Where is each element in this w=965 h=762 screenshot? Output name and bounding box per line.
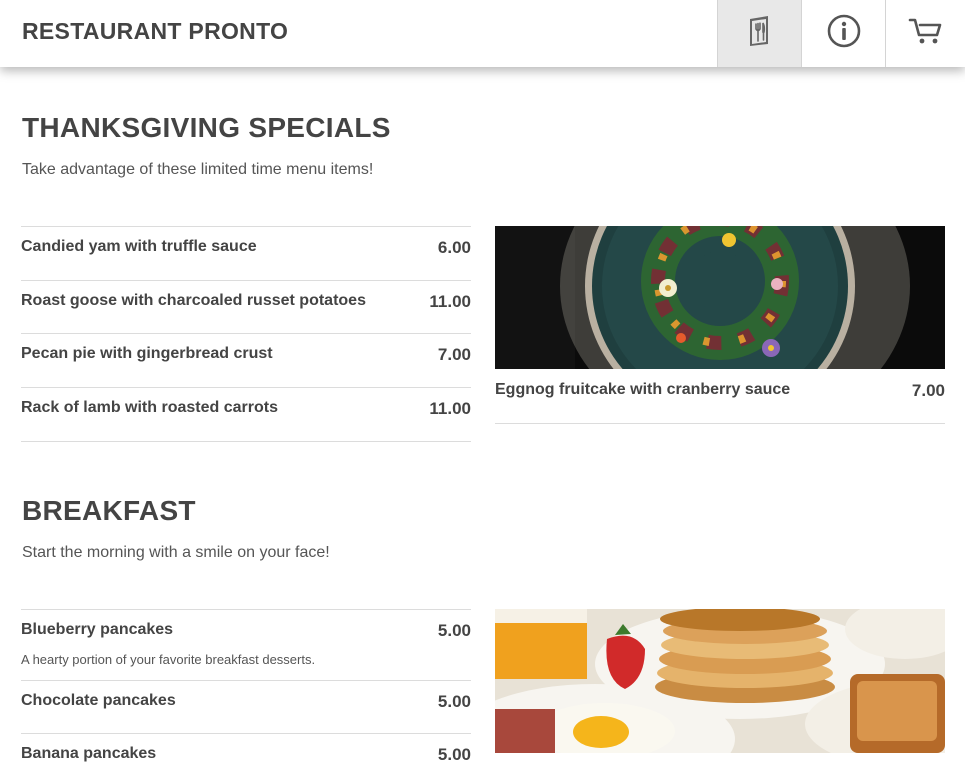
menu-item[interactable]: Banana pancakes 5.00 bbox=[21, 733, 471, 762]
menu-item-price: 5.00 bbox=[437, 621, 471, 640]
menu-item-name: Blueberry pancakes bbox=[21, 621, 174, 638]
menu-item-price: 6.00 bbox=[437, 238, 471, 257]
breakfast-menu-list: Blueberry pancakes 5.00 A hearty portion… bbox=[21, 609, 471, 762]
menu-item[interactable]: Pecan pie with gingerbread crust 7.00 bbox=[21, 333, 471, 387]
menu-item-price: 11.00 bbox=[429, 399, 471, 418]
menu-item-name: Banana pancakes bbox=[21, 745, 157, 762]
menu-item[interactable]: Blueberry pancakes 5.00 A hearty portion… bbox=[21, 609, 471, 680]
breakfast-image bbox=[495, 609, 945, 753]
featured-item-price: 7.00 bbox=[911, 381, 945, 400]
section-subtitle-breakfast: Start the morning with a smile on your f… bbox=[22, 544, 330, 561]
menu-item-name: Chocolate pancakes bbox=[21, 692, 176, 709]
menu-book-icon bbox=[746, 15, 774, 52]
menu-item-name: Pecan pie with gingerbread crust bbox=[21, 345, 273, 362]
menu-item[interactable]: Rack of lamb with roasted carrots 11.00 bbox=[21, 387, 471, 442]
menu-item-name: Rack of lamb with roasted carrots bbox=[21, 399, 278, 416]
cart-nav-button[interactable] bbox=[885, 0, 965, 67]
featured-item-image bbox=[495, 226, 945, 369]
menu-item-description: A hearty portion of your favorite breakf… bbox=[21, 652, 316, 667]
menu-nav-button[interactable] bbox=[717, 0, 801, 67]
info-icon bbox=[827, 14, 861, 53]
featured-item-row: Eggnog fruitcake with cranberry sauce 7.… bbox=[495, 369, 945, 424]
menu-item-name: Candied yam with truffle sauce bbox=[21, 238, 257, 255]
menu-item[interactable]: Roast goose with charcoaled russet potat… bbox=[21, 280, 471, 333]
menu-item[interactable]: Chocolate pancakes 5.00 bbox=[21, 680, 471, 733]
menu-item-price: 5.00 bbox=[437, 745, 471, 762]
menu-item-name: Roast goose with charcoaled russet potat… bbox=[21, 292, 366, 309]
menu-item-price: 5.00 bbox=[437, 692, 471, 711]
thanksgiving-menu-list: Candied yam with truffle sauce 6.00 Roas… bbox=[21, 226, 471, 442]
featured-item-name: Eggnog fruitcake with cranberry sauce bbox=[495, 381, 791, 398]
section-subtitle-thanksgiving: Take advantage of these limited time men… bbox=[22, 161, 374, 178]
menu-item-price: 11.00 bbox=[429, 292, 471, 311]
cart-icon bbox=[908, 16, 944, 51]
menu-item[interactable]: Candied yam with truffle sauce 6.00 bbox=[21, 226, 471, 280]
top-header: RESTAURANT PRONTO bbox=[0, 0, 965, 67]
section-title-thanksgiving: THANKSGIVING SPECIALS bbox=[22, 112, 391, 143]
menu-item-price: 7.00 bbox=[437, 345, 471, 364]
section-title-breakfast: BREAKFAST bbox=[22, 495, 196, 526]
info-nav-button[interactable] bbox=[801, 0, 885, 67]
brand-title: RESTAURANT PRONTO bbox=[22, 18, 289, 44]
featured-item-card[interactable]: Eggnog fruitcake with cranberry sauce 7.… bbox=[495, 226, 945, 424]
breakfast-image-card bbox=[495, 609, 945, 753]
